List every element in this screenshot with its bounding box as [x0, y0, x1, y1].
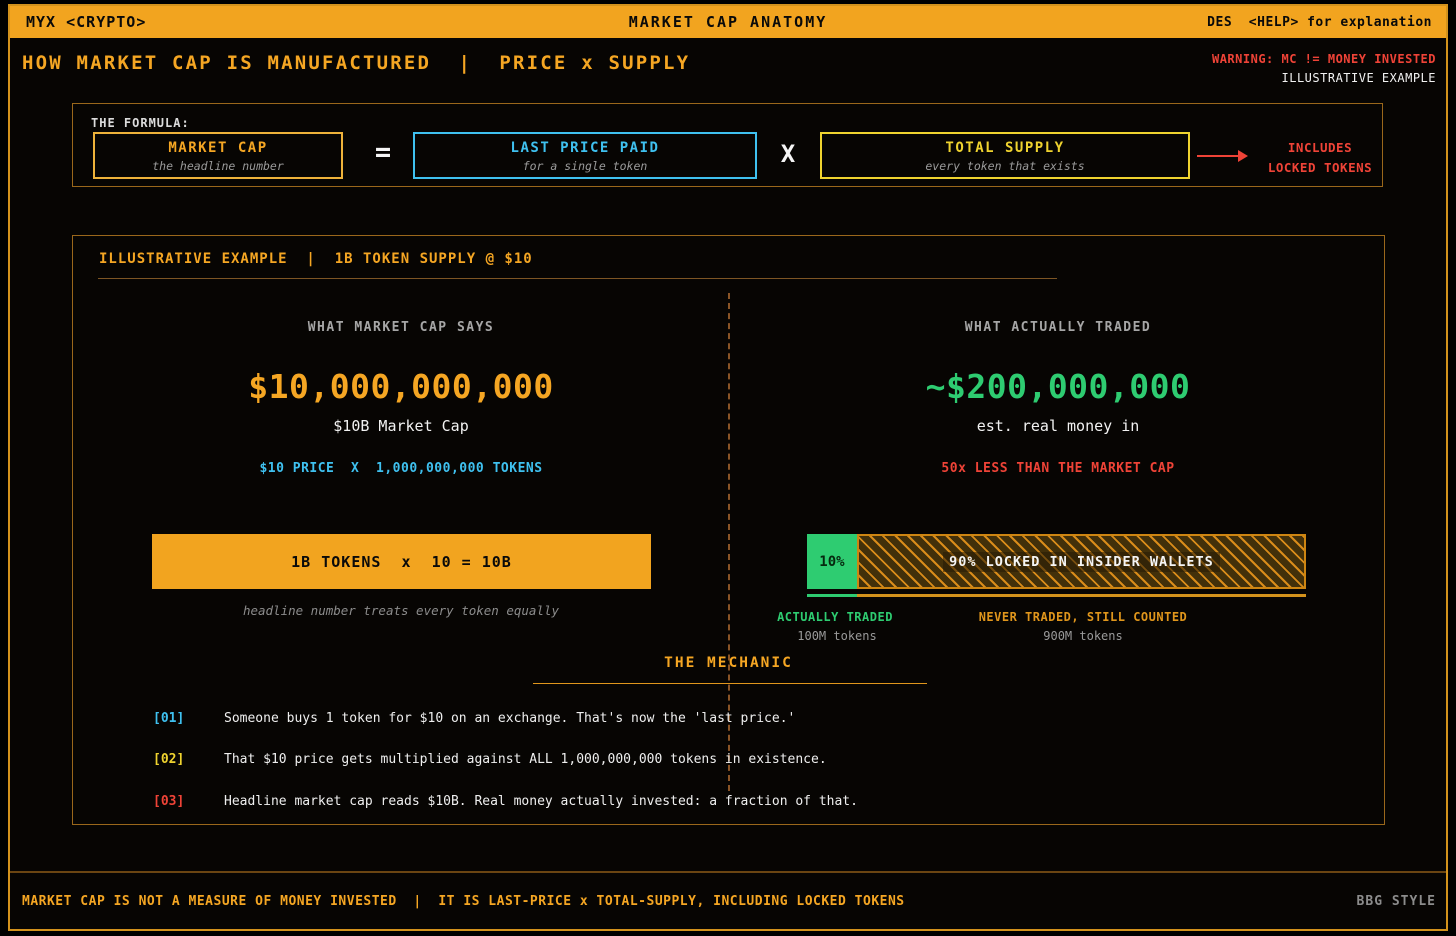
step-number: [02] — [153, 752, 203, 767]
market-cap-says-heading: WHAT MARKET CAP SAYS — [73, 320, 729, 335]
mechanic-step-3: [03] Headline market cap reads $10B. Rea… — [153, 794, 858, 809]
header-notes: WARNING: MC != MONEY INVESTED ILLUSTRATI… — [1212, 50, 1436, 88]
formula-box-market-cap: MARKET CAP the headline number — [93, 132, 343, 179]
formula-box-last-price: LAST PRICE PAID for a single token — [413, 132, 757, 179]
supply-bar-underline — [807, 594, 1306, 597]
market-cap-value: $10,000,000,000 — [73, 367, 729, 406]
actually-traded-column: WHAT ACTUALLY TRADED ~$200,000,000 est. … — [730, 236, 1386, 824]
locked-tokens-note-line1: INCLUDES — [1251, 138, 1389, 158]
step-text: Someone buys 1 token for $10 on an excha… — [224, 711, 795, 726]
formula-box-total-supply: TOTAL SUPPLY every token that exists — [820, 132, 1190, 179]
traded-segment: 10% — [807, 534, 857, 589]
tokens-bar-label: 1B TOKENS x 10 = 10B — [291, 553, 512, 571]
market-cap-box-subtitle: the headline number — [95, 159, 341, 173]
step-number: [03] — [153, 794, 203, 809]
legend-locked-value: 900M tokens — [1043, 629, 1122, 643]
mechanic-title: THE MECHANIC — [73, 655, 1384, 671]
illustrative-label: ILLUSTRATIVE EXAMPLE — [1212, 69, 1436, 88]
locked-segment: 90% LOCKED IN INSIDER WALLETS — [857, 534, 1306, 589]
legend-locked-label: NEVER TRADED, STILL COUNTED — [979, 610, 1188, 624]
footer-separator — [10, 871, 1446, 873]
last-price-box-title: LAST PRICE PAID — [415, 140, 755, 156]
market-cap-column: WHAT MARKET CAP SAYS $10,000,000,000 $10… — [73, 236, 729, 824]
comparison-note: 50x LESS THAN THE MARKET CAP — [730, 461, 1386, 476]
mechanic-title-underline — [533, 683, 927, 684]
equals-operator: = — [367, 137, 399, 168]
supply-bar: 10% 90% LOCKED IN INSIDER WALLETS — [807, 534, 1306, 589]
market-cap-sub-value: $10B Market Cap — [73, 417, 729, 435]
footer-style-note: BBG STYLE — [1357, 894, 1436, 909]
bar-underline-traded — [807, 594, 857, 597]
page-title: HOW MARKET CAP IS MANUFACTURED | PRICE x… — [22, 52, 690, 74]
total-supply-box-title: TOTAL SUPPLY — [822, 140, 1188, 156]
formula-label: THE FORMULA: — [91, 116, 190, 130]
traded-sub-value: est. real money in — [730, 417, 1386, 435]
supply-bar-legend: ACTUALLY TRADED 100M tokens NEVER TRADED… — [807, 610, 1306, 654]
tokens-bar-caption: headline number treats every token equal… — [73, 603, 729, 618]
legend-traded-value: 100M tokens — [797, 629, 876, 643]
example-panel: ILLUSTRATIVE EXAMPLE | 1B TOKEN SUPPLY @… — [72, 235, 1385, 825]
formula-panel: THE FORMULA: MARKET CAP the headline num… — [72, 103, 1383, 187]
tokens-bar: 1B TOKENS x 10 = 10B — [152, 534, 651, 589]
warning-label: WARNING: MC != MONEY INVESTED — [1212, 50, 1436, 69]
price-supply-formula: $10 PRICE X 1,000,000,000 TOKENS — [73, 461, 729, 476]
total-supply-box-subtitle: every token that exists — [822, 159, 1188, 173]
step-number: [01] — [153, 711, 203, 726]
locked-tokens-note: INCLUDES LOCKED TOKENS — [1251, 138, 1389, 178]
mechanic-step-2: [02] That $10 price gets multiplied agai… — [153, 752, 827, 767]
market-cap-box-title: MARKET CAP — [95, 140, 341, 156]
right-arrow-icon — [1197, 155, 1239, 157]
bar-underline-locked — [857, 594, 1306, 597]
last-price-box-subtitle: for a single token — [415, 159, 755, 173]
step-text: That $10 price gets multiplied against A… — [224, 752, 827, 767]
locked-segment-label: 90% LOCKED IN INSIDER WALLETS — [943, 552, 1220, 572]
locked-tokens-note-line2: LOCKED TOKENS — [1251, 158, 1389, 178]
times-operator: X — [774, 140, 802, 168]
topbar: MYX <CRYPTO> MARKET CAP ANATOMY DES <HEL… — [10, 6, 1446, 38]
traded-value: ~$200,000,000 — [730, 367, 1386, 406]
mechanic-step-1: [01] Someone buys 1 token for $10 on an … — [153, 711, 795, 726]
step-text: Headline market cap reads $10B. Real mon… — [224, 794, 858, 809]
footer-text: MARKET CAP IS NOT A MEASURE OF MONEY INV… — [22, 894, 905, 909]
legend-traded-label: ACTUALLY TRADED — [777, 610, 893, 624]
topbar-help-hint: DES <HELP> for explanation — [1207, 15, 1432, 30]
actually-traded-heading: WHAT ACTUALLY TRADED — [730, 320, 1386, 335]
